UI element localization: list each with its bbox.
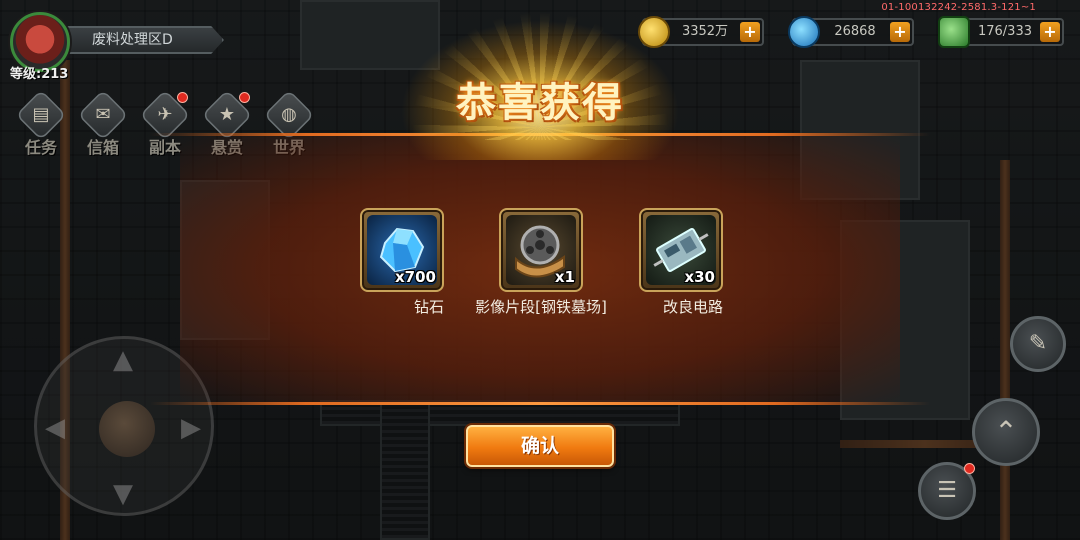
notification-dot xyxy=(177,92,188,103)
weapon-icon: ✎ xyxy=(1028,331,1048,356)
menu-button-mailbox[interactable]: ✉ 信箱 xyxy=(76,89,130,157)
menu-button-tasks[interactable]: ▤ 任务 xyxy=(14,89,68,157)
area-name: 废料处理区D xyxy=(64,26,224,54)
item-frame: x700 xyxy=(360,208,444,292)
item-quantity: x1 xyxy=(554,268,575,286)
item-quantity: x700 xyxy=(395,268,436,286)
notification-dot xyxy=(964,463,975,474)
item-name: 影像片段[钢铁墓场] xyxy=(475,298,607,316)
reward-item-diamond[interactable]: x700 钻石 xyxy=(360,208,444,317)
joystick-up-arrow-icon: ▲ xyxy=(113,345,133,375)
chevron-up-icon: ⌃ xyxy=(994,415,1018,448)
menu-button-label: 信箱 xyxy=(86,138,119,157)
joystick-knob[interactable] xyxy=(99,401,155,457)
reward-item-circuit[interactable]: x30 改良电路 xyxy=(639,208,723,317)
rank-up-button[interactable]: ⌃ xyxy=(972,398,1040,466)
star-badge-icon: ★ xyxy=(218,104,236,125)
joystick-down-arrow-icon: ▼ xyxy=(113,479,133,509)
player-level: 等级:213 xyxy=(10,67,69,82)
reward-title: 恭喜获得 xyxy=(456,80,624,126)
menu-button-label: 任务 xyxy=(24,138,57,157)
joystick-right-arrow-icon: ▶ xyxy=(181,413,201,443)
resource-value: 176/333 xyxy=(977,24,1032,39)
item-name: 钻石 xyxy=(413,298,444,316)
blue-gem-icon xyxy=(788,16,820,48)
green-energy-icon xyxy=(938,16,970,48)
add-gems-button[interactable]: + xyxy=(890,22,910,42)
version-string: 01-100132242-2581.3-121~1 xyxy=(881,2,1036,13)
item-quantity: x30 xyxy=(684,268,715,286)
scroll-icon: ▤ xyxy=(32,104,50,125)
reward-item-film-clip[interactable]: x1 影像片段[钢铁墓场] xyxy=(475,208,607,317)
notification-dot xyxy=(239,92,250,103)
resource-gems: 26868 + xyxy=(788,16,914,48)
wings-emblem-icon: ✈ xyxy=(157,104,173,125)
panel-border-bottom xyxy=(150,402,930,405)
confirm-button[interactable]: 确认 xyxy=(466,425,614,467)
globe-icon: ◍ xyxy=(281,104,297,125)
item-frame: x1 xyxy=(499,208,583,292)
joystick-left-arrow-icon: ◀ xyxy=(45,413,65,443)
item-name: 改良电路 xyxy=(662,298,723,316)
resource-energy: 176/333 + xyxy=(938,16,1064,48)
skill-button[interactable]: ✎ xyxy=(1010,316,1066,372)
mailbox-icon: ✉ xyxy=(95,104,111,125)
list-icon: ☰ xyxy=(937,478,957,503)
resource-value: 3352万 xyxy=(681,24,729,39)
add-gold-button[interactable]: + xyxy=(740,22,760,42)
player-profile[interactable]: 废料处理区D 等级:213 xyxy=(6,8,226,82)
list-menu-button[interactable]: ☰ xyxy=(918,462,976,520)
add-energy-button[interactable]: + xyxy=(1040,22,1060,42)
item-frame: x30 xyxy=(639,208,723,292)
resource-value: 26868 xyxy=(834,24,876,39)
